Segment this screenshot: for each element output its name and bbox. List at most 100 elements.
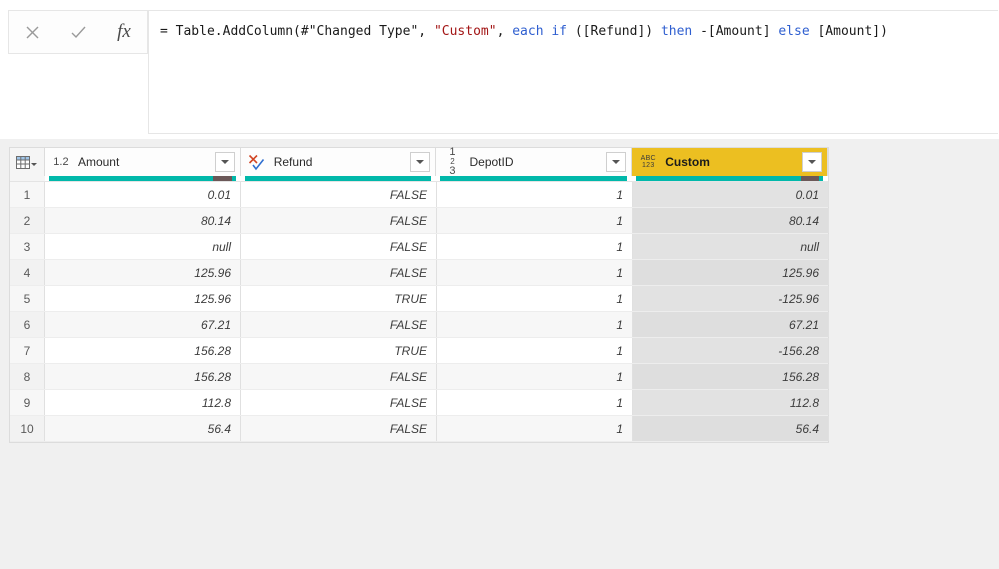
cell-refund[interactable]: FALSE [241, 364, 437, 389]
table-row[interactable]: 7 156.28 TRUE 1 -156.28 [10, 338, 829, 364]
cell-depotid[interactable]: 1 [437, 338, 633, 363]
formula-bar-buttons: fx [8, 10, 148, 54]
cell-custom[interactable]: 67.21 [633, 312, 829, 337]
decimal-number-icon: 1.2 [53, 155, 69, 168]
column-header-custom[interactable]: ABC 123 Custom [632, 148, 829, 176]
cell-custom[interactable]: 156.28 [633, 364, 829, 389]
cell-depotid[interactable]: 1 [437, 286, 633, 311]
cell-depotid[interactable]: 1 [437, 364, 633, 389]
cell-depotid[interactable]: 1 [437, 390, 633, 415]
formula-token: [Amount]) [809, 24, 888, 39]
column-filter-dropdown-refund[interactable] [410, 152, 431, 172]
column-filter-dropdown-amount[interactable] [214, 152, 235, 172]
cell-refund[interactable]: TRUE [241, 338, 437, 363]
table-row[interactable]: 8 156.28 FALSE 1 156.28 [10, 364, 829, 390]
chevron-down-icon [612, 160, 621, 164]
cell-refund[interactable]: FALSE [241, 208, 437, 233]
cell-depotid[interactable]: 1 [437, 234, 633, 259]
row-number: 6 [10, 312, 45, 337]
confirm-button[interactable] [58, 12, 98, 52]
data-preview-area: 1.2 Amount Refund 1 2 3 DepotID ABC 123 Custom 10… [0, 139, 999, 569]
row-number: 9 [10, 390, 45, 415]
cell-refund[interactable]: FALSE [241, 416, 437, 441]
table-row[interactable]: 4 125.96 FALSE 1 125.96 [10, 260, 829, 286]
table-row[interactable]: 3 null FALSE 1 null [10, 234, 829, 260]
cell-refund[interactable]: FALSE [241, 260, 437, 285]
chevron-down-icon [808, 160, 817, 164]
cell-depotid[interactable]: 1 [437, 182, 633, 207]
quality-bar [48, 176, 236, 181]
cell-refund[interactable]: TRUE [241, 286, 437, 311]
grid-corner-button[interactable] [10, 148, 45, 176]
formula-input[interactable]: = Table.AddColumn(#"Changed Type", "Cust… [148, 10, 998, 134]
cell-refund[interactable]: FALSE [241, 234, 437, 259]
cell-amount[interactable]: 156.28 [45, 364, 241, 389]
cell-amount[interactable]: 125.96 [45, 286, 241, 311]
fx-icon: fx [117, 21, 131, 42]
insert-function-button[interactable]: fx [104, 12, 144, 52]
column-filter-dropdown-depotid[interactable] [606, 152, 627, 172]
table-row[interactable]: 6 67.21 FALSE 1 67.21 [10, 312, 829, 338]
row-number: 7 [10, 338, 45, 363]
column-quality-bar-refund[interactable] [240, 176, 437, 181]
row-number: 10 [10, 416, 45, 441]
cell-amount[interactable]: 156.28 [45, 338, 241, 363]
table-row[interactable]: 9 112.8 FALSE 1 112.8 [10, 390, 829, 416]
cell-depotid[interactable]: 1 [437, 416, 633, 441]
table-row[interactable]: 1 0.01 FALSE 1 0.01 [10, 182, 829, 208]
cell-refund[interactable]: FALSE [241, 390, 437, 415]
cell-custom[interactable]: 56.4 [633, 416, 829, 441]
quality-empty-segment [800, 176, 820, 181]
quality-valid-segment [636, 176, 801, 181]
quality-bar [440, 176, 628, 181]
cell-custom[interactable]: 80.14 [633, 208, 829, 233]
row-number: 5 [10, 286, 45, 311]
row-number: 8 [10, 364, 45, 389]
column-header-label: Amount [77, 155, 120, 169]
column-quality-bar-depotid[interactable] [436, 176, 633, 181]
cell-custom[interactable]: null [633, 234, 829, 259]
column-quality-bar-custom[interactable] [632, 176, 829, 181]
formula-token: else [778, 24, 810, 39]
cell-amount[interactable]: 80.14 [45, 208, 241, 233]
cell-depotid[interactable]: 1 [437, 260, 633, 285]
quality-empty-segment [213, 176, 232, 181]
cell-custom[interactable]: 125.96 [633, 260, 829, 285]
cell-amount[interactable]: 0.01 [45, 182, 241, 207]
column-header-label: DepotID [469, 155, 514, 169]
quality-valid-segment [440, 176, 628, 181]
quality-bar [244, 176, 432, 181]
row-number: 1 [10, 182, 45, 207]
column-header-row: 1.2 Amount Refund 1 2 3 DepotID ABC 123 Custom [10, 147, 829, 177]
table-row[interactable]: 10 56.4 FALSE 1 56.4 [10, 416, 829, 442]
column-filter-dropdown-custom[interactable] [802, 152, 823, 172]
cell-amount[interactable]: null [45, 234, 241, 259]
table-row[interactable]: 2 80.14 FALSE 1 80.14 [10, 208, 829, 234]
cancel-button[interactable] [12, 12, 52, 52]
quality-bar [636, 176, 824, 181]
close-icon [26, 26, 38, 38]
cell-custom[interactable]: 112.8 [633, 390, 829, 415]
column-header-depotid[interactable]: 1 2 3 DepotID [436, 147, 633, 177]
cell-custom[interactable]: -156.28 [633, 338, 829, 363]
row-number: 4 [10, 260, 45, 285]
column-quality-bar-amount[interactable] [44, 176, 241, 181]
cell-amount[interactable]: 112.8 [45, 390, 241, 415]
column-header-label: Refund [273, 155, 313, 169]
cell-depotid[interactable]: 1 [437, 312, 633, 337]
formula-token: "Custom" [433, 24, 497, 39]
column-header-refund[interactable]: Refund [240, 148, 437, 176]
formula-token: , [496, 24, 513, 39]
cell-amount[interactable]: 67.21 [45, 312, 241, 337]
table-row[interactable]: 5 125.96 TRUE 1 -125.96 [10, 286, 829, 312]
cell-custom[interactable]: -125.96 [633, 286, 829, 311]
cell-refund[interactable]: FALSE [241, 312, 437, 337]
column-header-amount[interactable]: 1.2 Amount [44, 148, 241, 176]
cell-custom[interactable]: 0.01 [633, 182, 829, 207]
cell-amount[interactable]: 125.96 [45, 260, 241, 285]
logical-true-false-icon [247, 152, 267, 172]
cell-amount[interactable]: 56.4 [45, 416, 241, 441]
checkmark-icon [71, 26, 86, 38]
cell-depotid[interactable]: 1 [437, 208, 633, 233]
cell-refund[interactable]: FALSE [241, 182, 437, 207]
